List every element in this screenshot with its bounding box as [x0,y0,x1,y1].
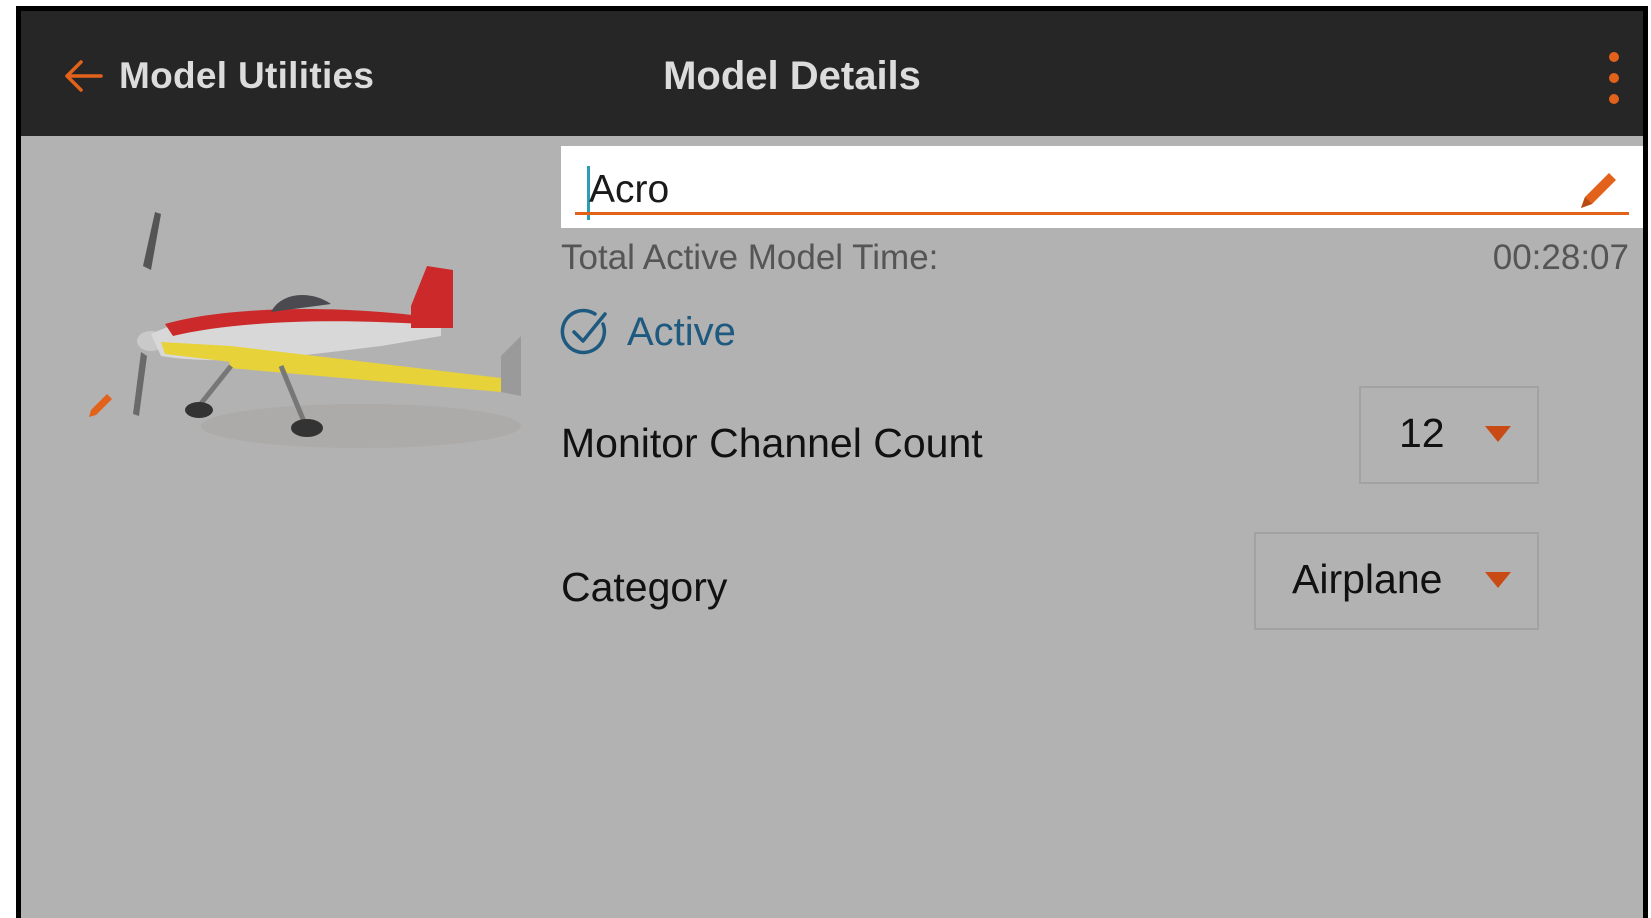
total-active-time-label: Total Active Model Time: [561,238,939,277]
monitor-channel-count-value: 12 [1399,410,1445,456]
caret-down-icon [1485,426,1511,442]
model-details-panel: Acro Total Active Model Time: 00:28:07 A… [21,136,1643,918]
screenshot-frame: Model Utilities Model Details Acro Total… [0,0,1651,918]
page-title-wrap: Model Details [21,51,1643,101]
model-image[interactable] [81,196,541,496]
more-vertical-icon [1609,52,1619,104]
device-screen: Model Utilities Model Details Acro Total… [16,6,1648,918]
input-underline [575,212,1629,215]
active-label: Active [627,309,736,354]
pencil-icon[interactable] [1577,168,1621,212]
total-active-time-value: 00:28:07 [1492,238,1629,277]
category-value: Airplane [1292,556,1443,602]
category-label: Category [561,564,728,610]
active-checkbox[interactable]: Active [559,304,736,360]
overflow-menu-button[interactable] [1599,49,1629,107]
model-name-value: Acro [589,168,670,211]
caret-down-icon [1485,572,1511,588]
page-title: Model Details [663,54,921,98]
category-select[interactable]: Airplane [1254,532,1539,630]
monitor-channel-count-label: Monitor Channel Count [561,420,983,466]
edit-image-pencil-icon[interactable] [85,391,115,421]
check-circle-icon [560,308,607,355]
model-name-input[interactable]: Acro [561,146,1643,228]
top-app-bar: Model Utilities Model Details [21,11,1643,136]
monitor-channel-count-select[interactable]: 12 [1359,386,1539,484]
